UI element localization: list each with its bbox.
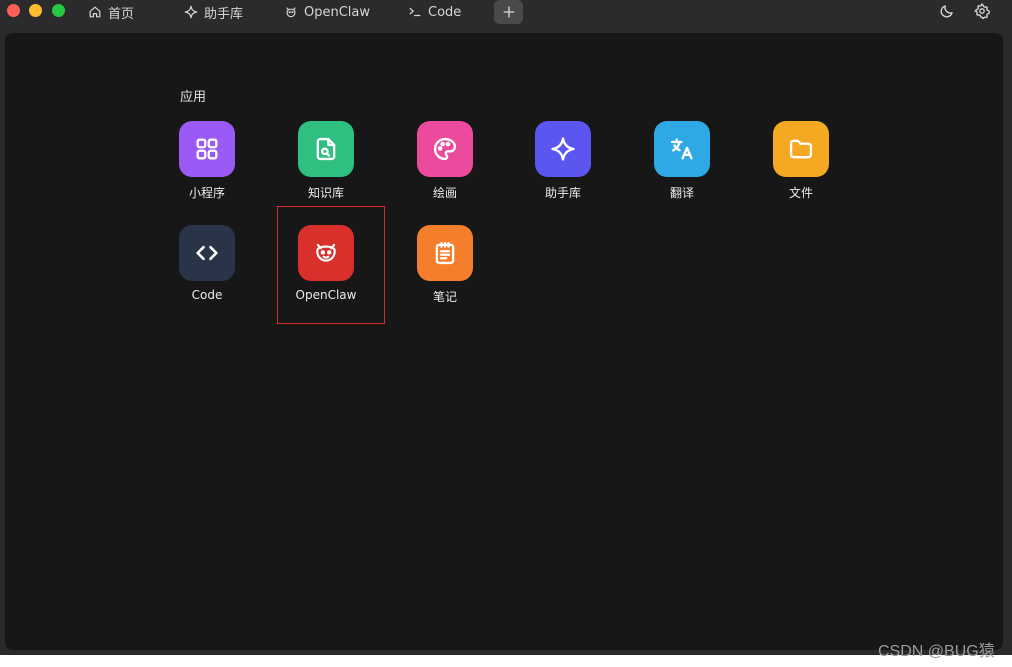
tab-assistant-library[interactable]: 助手库	[184, 3, 244, 22]
grid-icon	[196, 138, 218, 160]
sparkle-icon	[184, 5, 198, 19]
app-label: Code	[191, 288, 223, 302]
document-search-icon	[316, 137, 336, 161]
tab-label: Code	[428, 4, 462, 20]
app-icon	[535, 121, 591, 177]
app-mini-program[interactable]: 小程序	[162, 121, 252, 207]
app-knowledge-base[interactable]: 知识库	[281, 121, 371, 207]
tab-openclaw[interactable]: OpenClaw	[284, 3, 370, 21]
app-icon	[654, 121, 710, 177]
claw-icon	[286, 7, 296, 18]
tab-label: 首页	[108, 6, 135, 22]
gear-icon[interactable]	[974, 3, 990, 19]
app-icon	[417, 225, 473, 281]
app-label: 笔记	[432, 290, 457, 304]
title-bar: 首页 助手库 OpenClaw Code	[0, 0, 1012, 26]
app-label: 知识库	[307, 186, 344, 200]
tab-home[interactable]: 首页	[88, 3, 135, 22]
sparkle-icon	[551, 137, 575, 161]
app-icon	[179, 121, 235, 177]
app-label: 文件	[788, 186, 813, 200]
tab-label: OpenClaw	[304, 4, 371, 20]
maximize-window-button[interactable]	[52, 4, 65, 17]
app-drawing[interactable]: 绘画	[400, 121, 490, 207]
app-notes[interactable]: 笔记	[400, 225, 490, 311]
app-label: 小程序	[188, 186, 225, 200]
highlight-box	[277, 206, 385, 324]
tab-label: 助手库	[204, 6, 244, 22]
app-label: 助手库	[544, 186, 581, 200]
tab-code[interactable]: Code	[408, 3, 461, 21]
close-window-button[interactable]	[7, 4, 20, 17]
bottom-strip	[0, 655, 1012, 667]
app-translate[interactable]: 翻译	[637, 121, 727, 207]
plus-icon	[503, 6, 514, 18]
minimize-window-button[interactable]	[29, 4, 42, 17]
palette-icon	[433, 137, 457, 161]
app-icon	[773, 121, 829, 177]
app-icon	[179, 225, 235, 281]
app-assistant-library[interactable]: 助手库	[518, 121, 608, 207]
app-label: 翻译	[669, 186, 694, 200]
section-title: 应用	[180, 90, 207, 105]
app-code[interactable]: Code	[162, 225, 252, 311]
new-tab-button[interactable]	[494, 0, 523, 24]
app-files[interactable]: 文件	[756, 121, 846, 207]
watermark: CSDN @BUG猿	[878, 643, 995, 660]
app-label: 绘画	[432, 186, 457, 200]
terminal-icon	[409, 7, 421, 17]
app-icon	[298, 121, 354, 177]
notepad-icon	[435, 241, 455, 265]
app-icon	[417, 121, 473, 177]
translate-icon	[670, 138, 693, 160]
home-icon	[89, 6, 101, 18]
folder-icon	[789, 139, 813, 159]
code-icon	[196, 245, 218, 261]
moon-icon[interactable]	[939, 3, 955, 19]
main-panel	[5, 33, 1003, 650]
